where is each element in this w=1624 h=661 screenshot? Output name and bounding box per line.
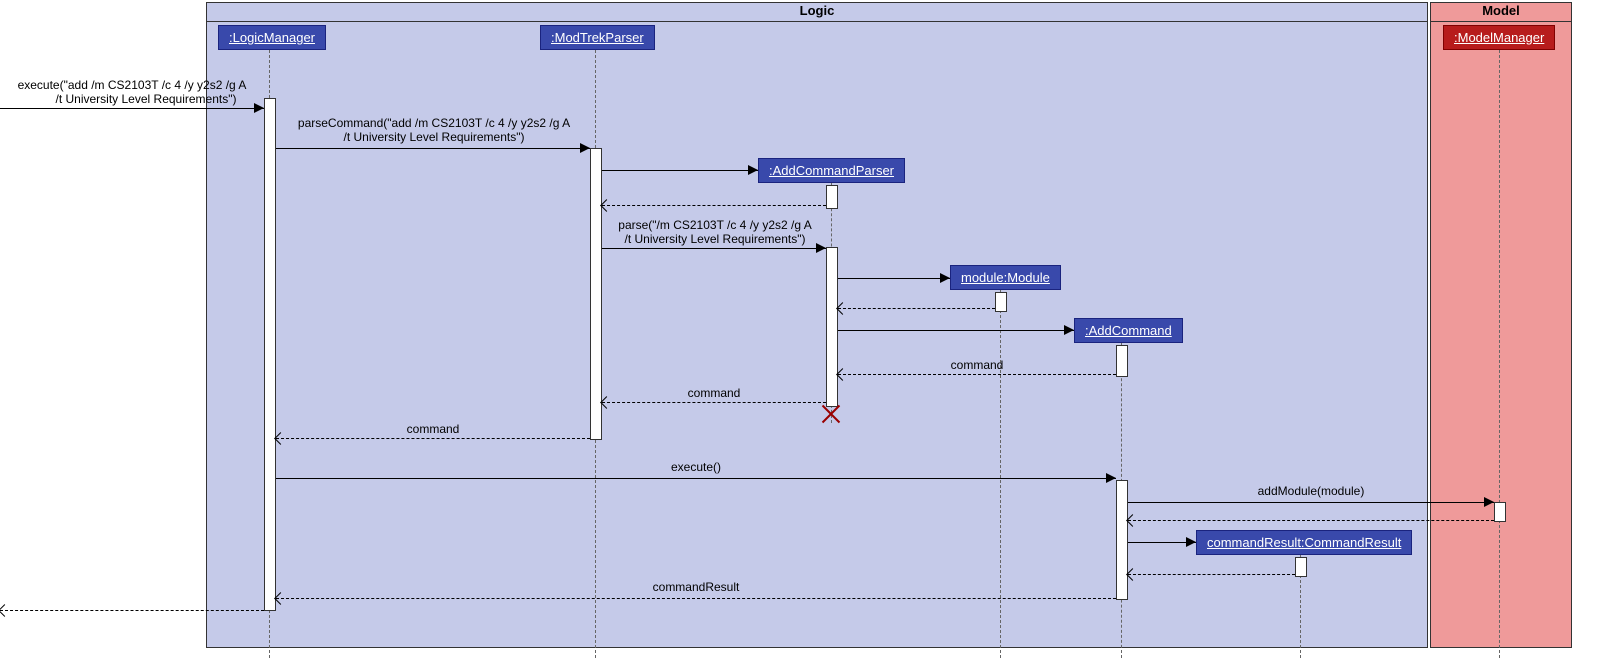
msg-parse-1: parse("/m CS2103T /c 4 /y y2s2 /g A	[604, 218, 826, 232]
arrowhead-addmodule	[1484, 497, 1494, 507]
activation-commandresult	[1295, 557, 1307, 577]
arrow-return-commandresult	[1128, 574, 1295, 575]
msg-return-command-lm: command	[276, 422, 590, 436]
participant-addcommand: :AddCommand	[1074, 318, 1183, 343]
msg-return-cmdresult: commandResult	[276, 580, 1116, 594]
msg-return-command-addcmdparser: command	[838, 358, 1116, 372]
arrowhead-return-entry	[0, 604, 11, 617]
activation-addcommand-1	[1116, 345, 1128, 377]
participant-commandresult: commandResult:CommandResult	[1196, 530, 1412, 555]
arrowhead-execute-entry	[254, 103, 264, 113]
activation-modtrekparser	[590, 148, 602, 440]
msg-addmodule: addModule(module)	[1128, 484, 1494, 498]
arrow-return-command-addcmdparser	[838, 374, 1116, 375]
arrow-execute	[276, 478, 1116, 479]
model-frame: Model	[1430, 2, 1572, 648]
participant-modelmanager: :ModelManager	[1443, 25, 1555, 50]
participant-addcommandparser: :AddCommandParser	[758, 158, 905, 183]
arrowhead-create-commandresult	[1186, 537, 1196, 547]
model-frame-label: Model	[1431, 3, 1571, 22]
arrow-return-addmodule	[1128, 520, 1494, 521]
destroy-addcmdparser-icon	[821, 404, 841, 424]
msg-execute: execute()	[276, 460, 1116, 474]
arrow-parsecommand	[276, 148, 590, 149]
logic-frame-label: Logic	[207, 3, 1427, 22]
participant-modtrekparser: :ModTrekParser	[540, 25, 655, 50]
msg-parse-2: /t University Level Requirements")	[604, 232, 826, 246]
arrow-create-addcmdparser	[602, 170, 758, 171]
activation-logicmanager	[264, 98, 276, 611]
arrow-return-addcmdparser-create	[602, 205, 826, 206]
arrowhead-parsecommand	[580, 143, 590, 153]
arrow-create-module	[838, 278, 950, 279]
participant-module: module:Module	[950, 265, 1061, 290]
arrow-addmodule	[1128, 502, 1494, 503]
arrow-parse	[602, 248, 826, 249]
arrow-return-entry	[0, 610, 264, 611]
activation-addcmdparser-2	[826, 247, 838, 407]
arrowhead-create-addcmdparser	[748, 165, 758, 175]
arrow-return-cmdresult	[276, 598, 1116, 599]
msg-return-command-mtp: command	[602, 386, 826, 400]
arrowhead-create-addcommand	[1064, 325, 1074, 335]
activation-addcommand-2	[1116, 480, 1128, 600]
arrow-return-command-lm	[276, 438, 590, 439]
msg-parsecommand-1: parseCommand("add /m CS2103T /c 4 /y y2s…	[278, 116, 590, 130]
arrowhead-create-module	[940, 273, 950, 283]
arrowhead-parse	[816, 243, 826, 253]
arrow-return-module	[838, 308, 995, 309]
activation-modelmanager	[1494, 502, 1506, 522]
msg-execute-entry-2: /t University Level Requirements")	[28, 92, 264, 106]
lifeline-module	[1000, 290, 1001, 658]
msg-parsecommand-2: /t University Level Requirements")	[278, 130, 590, 144]
lifeline-modelmanager	[1499, 50, 1500, 658]
msg-execute-entry-1: execute("add /m CS2103T /c 4 /y y2s2 /g …	[0, 78, 264, 92]
arrowhead-execute	[1106, 473, 1116, 483]
arrow-execute-entry	[0, 108, 264, 109]
activation-addcmdparser-1	[826, 185, 838, 209]
participant-logicmanager: :LogicManager	[218, 25, 326, 50]
arrow-create-addcommand	[838, 330, 1074, 331]
arrow-return-command-mtp	[602, 402, 826, 403]
activation-module	[995, 292, 1007, 312]
